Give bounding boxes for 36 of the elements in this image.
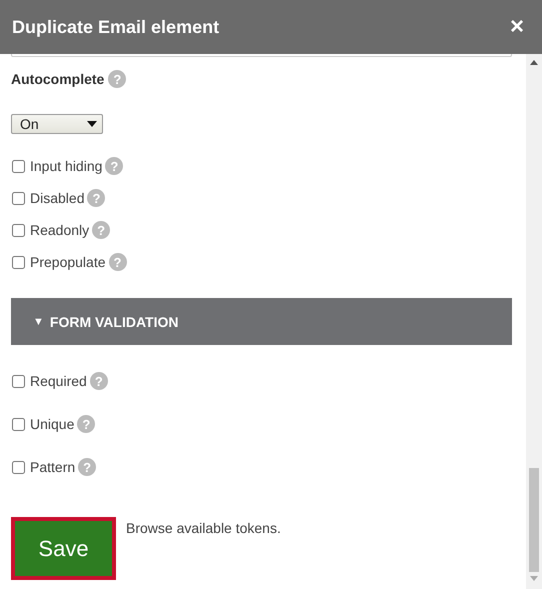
checkbox-label: Unique [30,416,74,432]
help-icon[interactable]: ? [78,458,96,476]
close-button[interactable]: × [510,15,524,39]
window-title: Duplicate Email element [12,16,220,38]
scrollbar-thumb[interactable] [529,468,539,572]
help-icon[interactable]: ? [108,70,126,88]
autocomplete-dropdown[interactable]: On [11,114,103,134]
checkbox-label: Required [30,373,87,389]
section-header[interactable]: ▼ FORM VALIDATION [11,298,512,345]
scroll-up-icon[interactable] [530,60,538,65]
checkbox-label: Input hiding [30,158,102,174]
checkbox[interactable] [12,192,25,204]
checkbox[interactable] [12,374,25,388]
help-icon[interactable]: ? [105,157,124,175]
checkbox[interactable] [12,160,25,172]
checkbox-label: Prepopulate [30,254,106,270]
checkbox[interactable] [12,418,25,430]
checkbox[interactable] [12,224,25,236]
help-icon[interactable]: ? [92,221,110,239]
scrollbar[interactable] [526,54,542,589]
input-field[interactable] [11,54,512,57]
toggle-icon: ▼ [33,316,44,328]
help-icon[interactable]: ? [108,253,127,271]
checkbox[interactable] [12,256,25,268]
section-title: FORM VALIDATION [50,314,178,330]
save-button[interactable]: Save [11,517,116,580]
checkbox-label: Pattern [30,459,76,475]
help-icon[interactable]: ? [87,189,106,207]
tokens-link[interactable]: Browse available tokens. [126,520,281,536]
checkbox[interactable] [12,460,25,474]
field-label: Autocomplete [11,71,104,87]
help-icon[interactable]: ? [90,372,108,390]
checkbox-label: Readonly [30,222,90,238]
caret-icon [87,121,97,127]
help-icon[interactable]: ? [77,415,96,433]
checkbox-label: Disabled [30,190,84,206]
